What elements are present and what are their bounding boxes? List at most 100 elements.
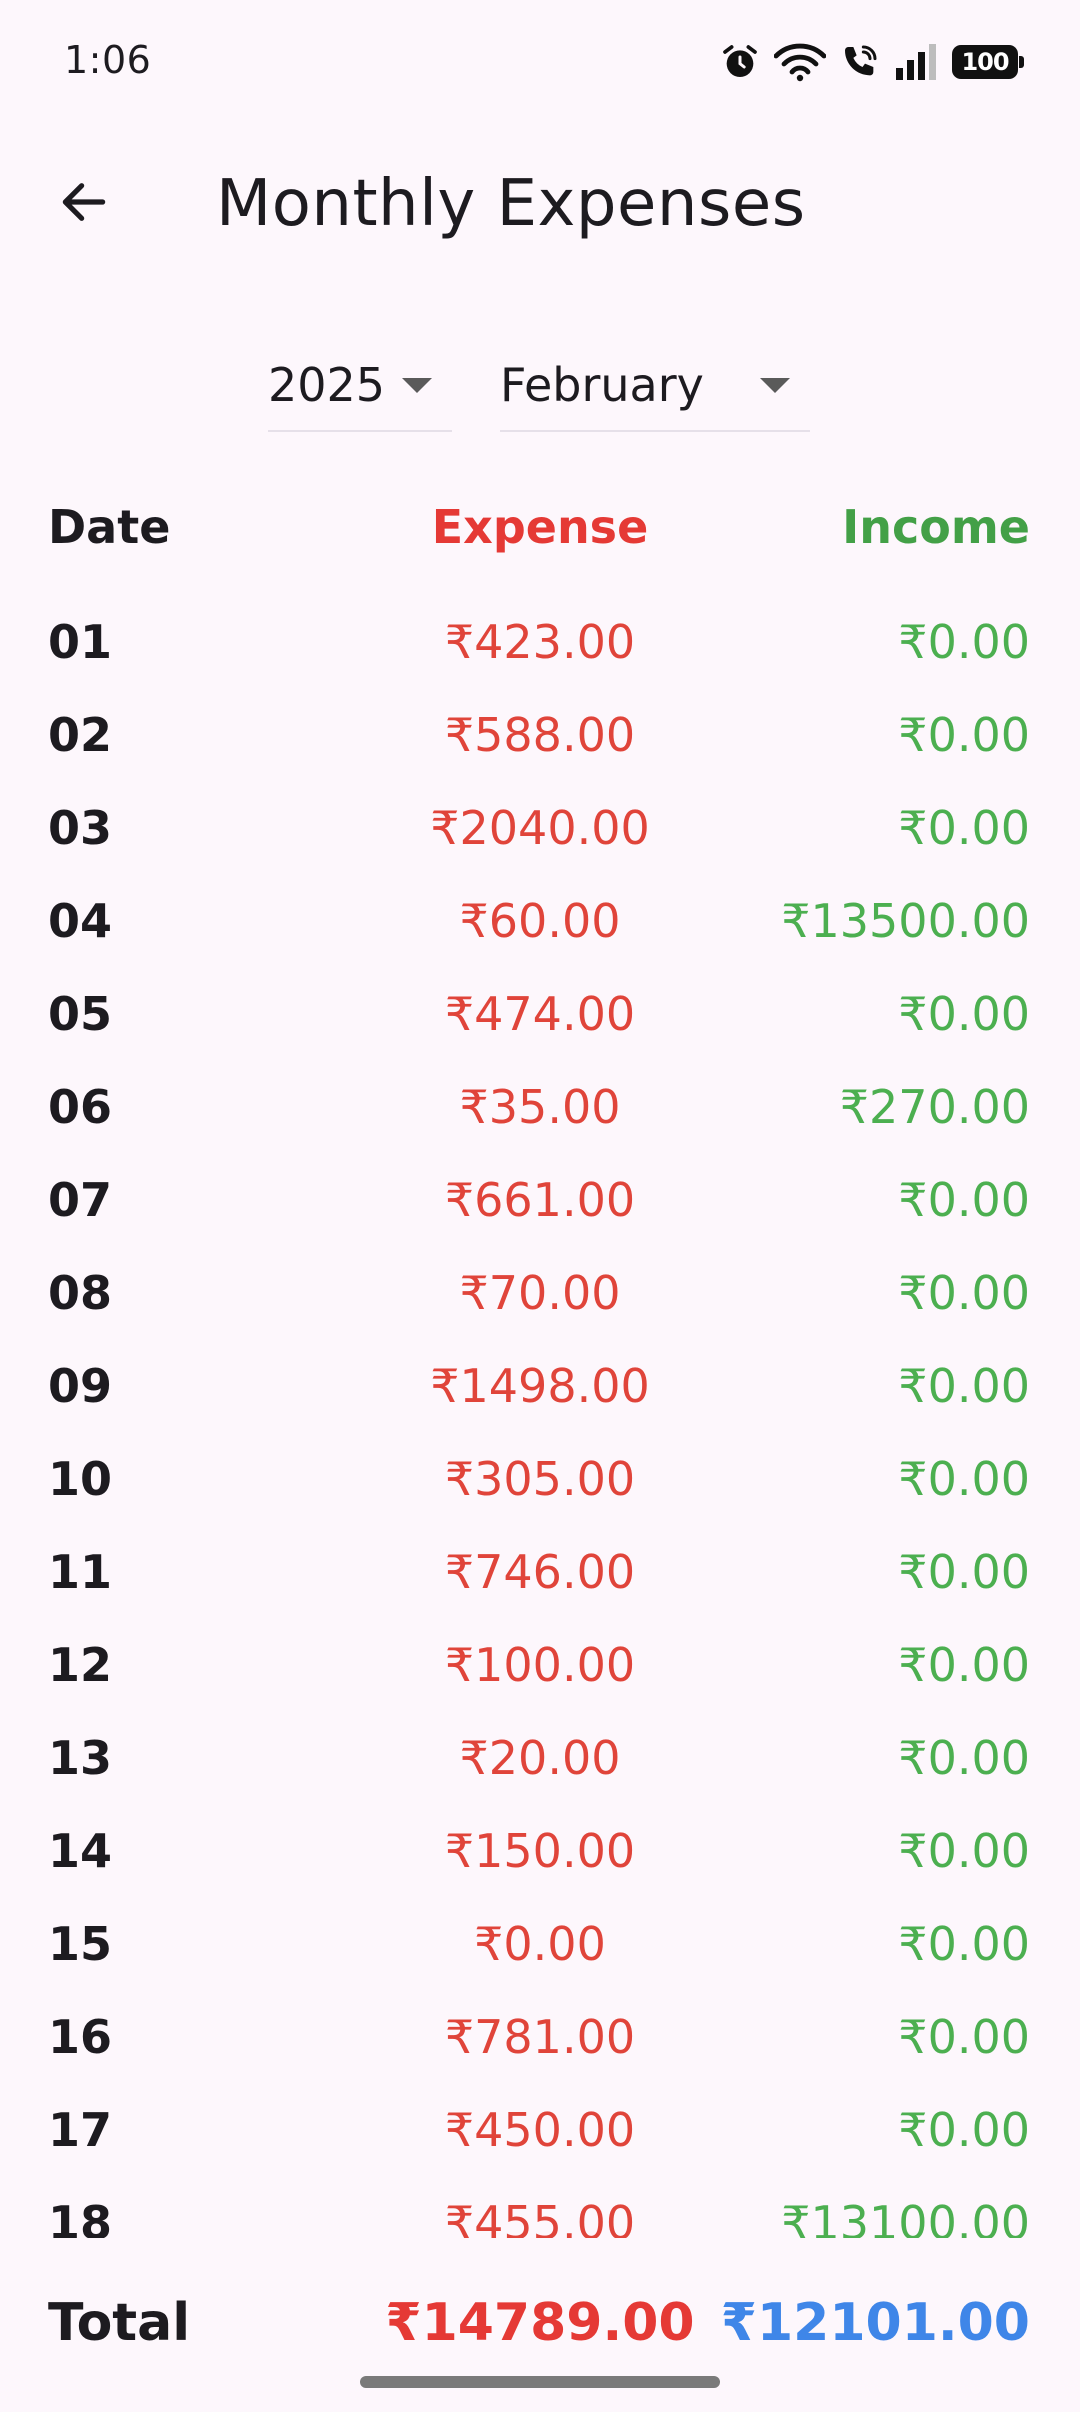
row-income: ₹0.00 bbox=[898, 1824, 1030, 1878]
row-date: 02 bbox=[48, 708, 113, 762]
row-income: ₹0.00 bbox=[898, 1638, 1030, 1692]
row-expense: ₹661.00 bbox=[444, 1173, 636, 1227]
wifi-icon bbox=[774, 42, 826, 82]
row-income: ₹0.00 bbox=[898, 1359, 1030, 1413]
row-income: ₹0.00 bbox=[898, 1545, 1030, 1599]
row-date: 12 bbox=[48, 1638, 113, 1692]
app-bar: Monthly Expenses bbox=[0, 124, 1080, 280]
header-expense: Expense bbox=[431, 500, 649, 554]
row-date: 09 bbox=[48, 1359, 113, 1413]
table-row[interactable]: 14 ₹150.00 ₹0.00 bbox=[0, 1805, 1080, 1898]
row-expense: ₹35.00 bbox=[459, 1080, 621, 1134]
alarm-icon bbox=[720, 42, 760, 82]
back-button[interactable] bbox=[36, 156, 132, 252]
row-expense: ₹150.00 bbox=[444, 1824, 636, 1878]
table-row[interactable]: 13 ₹20.00 ₹0.00 bbox=[0, 1712, 1080, 1805]
row-expense: ₹2040.00 bbox=[430, 801, 650, 855]
row-income: ₹0.00 bbox=[898, 1173, 1030, 1227]
row-income: ₹0.00 bbox=[898, 1452, 1030, 1506]
row-date: 05 bbox=[48, 987, 113, 1041]
row-expense: ₹455.00 bbox=[444, 2196, 636, 2238]
signal-icon bbox=[894, 42, 938, 82]
row-income: ₹13100.00 bbox=[781, 2196, 1030, 2238]
row-expense: ₹746.00 bbox=[444, 1545, 636, 1599]
table-row[interactable]: 15 ₹0.00 ₹0.00 bbox=[0, 1898, 1080, 1991]
chevron-down-icon bbox=[760, 377, 790, 393]
row-income: ₹0.00 bbox=[898, 987, 1030, 1041]
table-row[interactable]: 01 ₹423.00 ₹0.00 bbox=[0, 596, 1080, 689]
row-income: ₹13500.00 bbox=[781, 894, 1030, 948]
row-date: 16 bbox=[48, 2010, 113, 2064]
table-row[interactable]: 06 ₹35.00 ₹270.00 bbox=[0, 1061, 1080, 1154]
table-row[interactable]: 17 ₹450.00 ₹0.00 bbox=[0, 2084, 1080, 2177]
home-indicator[interactable] bbox=[360, 2376, 720, 2388]
month-value: February bbox=[500, 358, 704, 412]
row-date: 14 bbox=[48, 1824, 113, 1878]
total-expense: ₹14789.00 bbox=[385, 2293, 695, 2353]
row-income: ₹0.00 bbox=[898, 1917, 1030, 1971]
year-dropdown[interactable]: 2025 bbox=[268, 340, 452, 432]
row-date: 03 bbox=[48, 801, 113, 855]
row-date: 15 bbox=[48, 1917, 113, 1971]
row-date: 11 bbox=[48, 1545, 113, 1599]
expense-list[interactable]: 01 ₹423.00 ₹0.00 02 ₹588.00 ₹0.00 03 ₹2040.00 ₹0… bbox=[0, 596, 1080, 2238]
page-title: Monthly Expenses bbox=[216, 167, 806, 241]
row-income: ₹270.00 bbox=[839, 1080, 1030, 1134]
row-date: 04 bbox=[48, 894, 113, 948]
table-row[interactable]: 04 ₹60.00 ₹13500.00 bbox=[0, 875, 1080, 968]
header-date: Date bbox=[48, 500, 171, 554]
table-row[interactable]: 18 ₹455.00 ₹13100.00 bbox=[0, 2177, 1080, 2238]
total-row: Total ₹14789.00 ₹12101.00 bbox=[0, 2278, 1080, 2368]
table-row[interactable]: 03 ₹2040.00 ₹0.00 bbox=[0, 782, 1080, 875]
row-date: 13 bbox=[48, 1731, 113, 1785]
row-expense: ₹70.00 bbox=[459, 1266, 621, 1320]
row-expense: ₹588.00 bbox=[444, 708, 636, 762]
chevron-down-icon bbox=[402, 377, 432, 393]
row-income: ₹0.00 bbox=[898, 1266, 1030, 1320]
table-row[interactable]: 11 ₹746.00 ₹0.00 bbox=[0, 1526, 1080, 1619]
row-income: ₹0.00 bbox=[898, 708, 1030, 762]
row-income: ₹0.00 bbox=[898, 2103, 1030, 2157]
row-expense: ₹474.00 bbox=[444, 987, 636, 1041]
row-date: 08 bbox=[48, 1266, 113, 1320]
row-date: 07 bbox=[48, 1173, 113, 1227]
row-expense: ₹423.00 bbox=[444, 615, 636, 669]
row-date: 18 bbox=[48, 2196, 113, 2238]
status-bar: 1:06 100 bbox=[0, 0, 1080, 124]
row-expense: ₹60.00 bbox=[459, 894, 621, 948]
row-expense: ₹0.00 bbox=[474, 1917, 606, 1971]
row-date: 17 bbox=[48, 2103, 113, 2157]
battery-icon: 100 bbox=[952, 45, 1024, 79]
row-income: ₹0.00 bbox=[898, 615, 1030, 669]
table-row[interactable]: 09 ₹1498.00 ₹0.00 bbox=[0, 1340, 1080, 1433]
row-date: 10 bbox=[48, 1452, 113, 1506]
row-income: ₹0.00 bbox=[898, 2010, 1030, 2064]
table-row[interactable]: 12 ₹100.00 ₹0.00 bbox=[0, 1619, 1080, 1712]
row-expense: ₹450.00 bbox=[444, 2103, 636, 2157]
row-income: ₹0.00 bbox=[898, 1731, 1030, 1785]
table-header: Date Expense Income bbox=[0, 500, 1080, 580]
table-row[interactable]: 08 ₹70.00 ₹0.00 bbox=[0, 1247, 1080, 1340]
table-row[interactable]: 07 ₹661.00 ₹0.00 bbox=[0, 1154, 1080, 1247]
row-income: ₹0.00 bbox=[898, 801, 1030, 855]
row-date: 01 bbox=[48, 615, 113, 669]
row-date: 06 bbox=[48, 1080, 113, 1134]
month-dropdown[interactable]: February bbox=[500, 340, 810, 432]
row-expense: ₹1498.00 bbox=[430, 1359, 650, 1413]
table-row[interactable]: 02 ₹588.00 ₹0.00 bbox=[0, 689, 1080, 782]
arrow-left-icon bbox=[56, 174, 112, 234]
row-expense: ₹20.00 bbox=[459, 1731, 621, 1785]
row-expense: ₹781.00 bbox=[444, 2010, 636, 2064]
year-value: 2025 bbox=[268, 358, 386, 412]
row-expense: ₹305.00 bbox=[444, 1452, 636, 1506]
row-expense: ₹100.00 bbox=[444, 1638, 636, 1692]
wifi-calling-icon bbox=[840, 42, 880, 82]
total-income: ₹12101.00 bbox=[720, 2293, 1030, 2353]
header-income: Income bbox=[842, 500, 1030, 554]
table-row[interactable]: 16 ₹781.00 ₹0.00 bbox=[0, 1991, 1080, 2084]
status-time: 1:06 bbox=[64, 38, 152, 82]
total-label: Total bbox=[48, 2293, 191, 2353]
status-icons: 100 bbox=[720, 38, 1024, 86]
table-row[interactable]: 10 ₹305.00 ₹0.00 bbox=[0, 1433, 1080, 1526]
table-row[interactable]: 05 ₹474.00 ₹0.00 bbox=[0, 968, 1080, 1061]
